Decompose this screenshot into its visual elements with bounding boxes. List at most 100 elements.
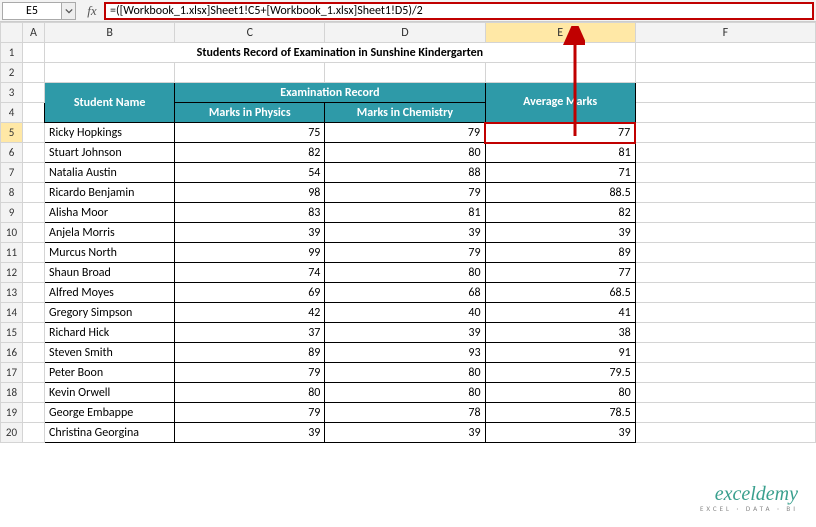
col-header-E[interactable]: E	[485, 23, 635, 43]
cell-physics[interactable]: 79	[175, 363, 325, 383]
cell-name[interactable]: Alfred Moyes	[45, 283, 175, 303]
cell-average[interactable]: 78.5	[485, 403, 635, 423]
cell-average[interactable]: 80	[485, 383, 635, 403]
cell-chemistry[interactable]: 68	[325, 283, 485, 303]
col-header-C[interactable]: C	[175, 23, 325, 43]
cell-name[interactable]: Alisha Moor	[45, 203, 175, 223]
cell-name[interactable]: Christina Georgina	[45, 423, 175, 443]
row-header[interactable]: 13	[1, 283, 23, 303]
cell-chemistry[interactable]: 80	[325, 143, 485, 163]
cell-chemistry[interactable]: 80	[325, 383, 485, 403]
cell-chemistry[interactable]: 39	[325, 423, 485, 443]
cell-physics[interactable]: 39	[175, 423, 325, 443]
cell-chemistry[interactable]: 88	[325, 163, 485, 183]
header-chemistry: Marks in Chemistry	[325, 103, 485, 123]
cell-name[interactable]: Murcus North	[45, 243, 175, 263]
cell-chemistry[interactable]: 93	[325, 343, 485, 363]
col-header-D[interactable]: D	[325, 23, 485, 43]
cell-name[interactable]: George Embappe	[45, 403, 175, 423]
cell-chemistry[interactable]: 81	[325, 203, 485, 223]
cell-name[interactable]: Kevin Orwell	[45, 383, 175, 403]
cell-chemistry[interactable]: 79	[325, 243, 485, 263]
cell-physics[interactable]: 69	[175, 283, 325, 303]
row-header[interactable]: 12	[1, 263, 23, 283]
cell-name[interactable]: Shaun Broad	[45, 263, 175, 283]
formula-input[interactable]: =([Workbook_1.xlsx]Sheet1!C5+[Workbook_1…	[104, 2, 814, 20]
row-header[interactable]: 10	[1, 223, 23, 243]
cell-physics[interactable]: 42	[175, 303, 325, 323]
cell-name[interactable]: Gregory Simpson	[45, 303, 175, 323]
row-header[interactable]: 6	[1, 143, 23, 163]
cell-name[interactable]: Anjela Morris	[45, 223, 175, 243]
row-header[interactable]: 15	[1, 323, 23, 343]
cell-average[interactable]: 79.5	[485, 363, 635, 383]
cell-name[interactable]: Peter Boon	[45, 363, 175, 383]
row-header[interactable]: 14	[1, 303, 23, 323]
cell-name[interactable]: Ricardo Benjamin	[45, 183, 175, 203]
cell-average[interactable]: 82	[485, 203, 635, 223]
cell-name[interactable]: Natalia Austin	[45, 163, 175, 183]
cell-name[interactable]: Ricky Hopkings	[45, 123, 175, 143]
cell-physics[interactable]: 98	[175, 183, 325, 203]
name-box[interactable]: E5	[2, 2, 62, 20]
cell-average[interactable]: 77	[485, 263, 635, 283]
name-box-dropdown[interactable]	[62, 2, 76, 20]
cell-average[interactable]: 81	[485, 143, 635, 163]
cell-physics[interactable]: 99	[175, 243, 325, 263]
cell-chemistry[interactable]: 80	[325, 263, 485, 283]
cell-average[interactable]: 39	[485, 423, 635, 443]
cell-physics[interactable]: 39	[175, 223, 325, 243]
cell-physics[interactable]: 83	[175, 203, 325, 223]
chevron-down-icon	[65, 7, 73, 15]
cell-average[interactable]: 38	[485, 323, 635, 343]
cell-physics[interactable]: 37	[175, 323, 325, 343]
cell-physics[interactable]: 74	[175, 263, 325, 283]
row-header[interactable]: 1	[1, 43, 23, 63]
cell-chemistry[interactable]: 78	[325, 403, 485, 423]
row-header[interactable]: 2	[1, 63, 23, 83]
cell-physics[interactable]: 54	[175, 163, 325, 183]
cell-physics[interactable]: 79	[175, 403, 325, 423]
col-header-F[interactable]: F	[635, 23, 815, 43]
row-header[interactable]: 3	[1, 83, 23, 103]
cell-chemistry[interactable]: 40	[325, 303, 485, 323]
row-header[interactable]: 5	[1, 123, 23, 143]
cell-chemistry[interactable]: 79	[325, 183, 485, 203]
cell-chemistry[interactable]: 80	[325, 363, 485, 383]
cell-name[interactable]: Richard Hick	[45, 323, 175, 343]
cell-physics[interactable]: 89	[175, 343, 325, 363]
worksheet[interactable]: A B C D E F 1 Students Record of Examina…	[0, 22, 816, 443]
cell-name[interactable]: Stuart Johnson	[45, 143, 175, 163]
cell-physics[interactable]: 75	[175, 123, 325, 143]
select-all[interactable]	[1, 23, 23, 43]
row-header[interactable]: 17	[1, 363, 23, 383]
cell-average[interactable]: 77	[485, 123, 635, 143]
cell-average[interactable]: 71	[485, 163, 635, 183]
row-header[interactable]: 8	[1, 183, 23, 203]
row-header[interactable]: 18	[1, 383, 23, 403]
col-header-B[interactable]: B	[45, 23, 175, 43]
cell-average[interactable]: 89	[485, 243, 635, 263]
insert-function-button[interactable]: fx	[82, 3, 102, 19]
cell-physics[interactable]: 82	[175, 143, 325, 163]
cell-average[interactable]: 41	[485, 303, 635, 323]
cell-chemistry[interactable]: 79	[325, 123, 485, 143]
watermark-sub: EXCEL · DATA · BI	[700, 504, 798, 513]
cell-chemistry[interactable]: 39	[325, 223, 485, 243]
row-header[interactable]: 20	[1, 423, 23, 443]
row-header[interactable]: 11	[1, 243, 23, 263]
row-header[interactable]: 19	[1, 403, 23, 423]
row-header[interactable]: 4	[1, 103, 23, 123]
col-header-A[interactable]: A	[23, 23, 45, 43]
row-header[interactable]: 7	[1, 163, 23, 183]
row-header[interactable]: 9	[1, 203, 23, 223]
cell-average[interactable]: 91	[485, 343, 635, 363]
watermark: exceldemy EXCEL · DATA · BI	[700, 483, 798, 513]
cell-average[interactable]: 88.5	[485, 183, 635, 203]
row-header[interactable]: 16	[1, 343, 23, 363]
cell-name[interactable]: Steven Smith	[45, 343, 175, 363]
cell-average[interactable]: 68.5	[485, 283, 635, 303]
cell-average[interactable]: 39	[485, 223, 635, 243]
cell-chemistry[interactable]: 39	[325, 323, 485, 343]
cell-physics[interactable]: 80	[175, 383, 325, 403]
